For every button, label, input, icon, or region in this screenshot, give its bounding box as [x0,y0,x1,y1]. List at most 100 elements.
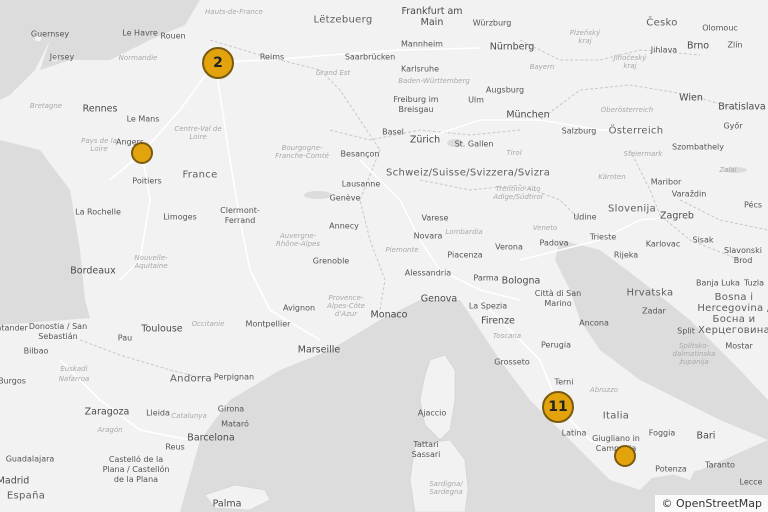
label-bosna: Bosna i Hercegovina / Босна и Херцеговин… [697,292,768,336]
label-olomouc: Olomouc [702,23,738,33]
label-oberosterreich: Oberösterreich [600,106,654,114]
label-pecs: Pécs [743,200,763,210]
map-attribution[interactable]: © OpenStreetMap [655,495,768,512]
map-canvas[interactable]: Guernsey Jersey Le Havre Rouen Hauts-de-… [0,0,768,512]
label-hrvatska: Hrvatska [626,287,674,299]
label-toscana: Toscana [492,332,522,340]
bay-of-biscay [0,140,90,325]
label-slovenija: Slovenija [607,203,657,215]
label-baden-wurttemberg: Baden-Württemberg [398,77,470,85]
label-zaragoza: Zaragoza [84,406,130,418]
label-madrid: Madrid [0,475,30,487]
label-castello: Castelló de la Plana / Castellón de la P… [102,455,170,484]
label-donostia: Donostia / San Sebastián [28,322,88,341]
label-bordeaux: Bordeaux [70,265,116,277]
label-cesko: Česko [646,17,678,29]
cluster-marker-rome[interactable]: 11 [542,391,574,423]
label-auvergne: Auvergne-Rhône-Alpes [276,232,320,248]
label-toulouse: Toulouse [141,323,183,335]
label-hauts-de-france: Hauts-de-France [205,8,263,16]
label-besancon: Besançon [340,149,380,159]
label-geneve: Genève [329,193,361,203]
label-nafarroa: Nafarroa [58,375,90,383]
label-provence: Provence-Alpes-Côte d'Azur [327,294,365,318]
label-tirol: Tirol [506,149,522,157]
label-bayern: Bayern [529,63,555,71]
label-reims: Reims [259,52,285,62]
label-tattari: Tattari Sassari [411,440,441,459]
label-espana: España [6,490,46,502]
label-bourgogne: Bourgogne-Franche-Comté [275,144,329,160]
label-sardigna: Sardigna/ Sardegna [429,480,463,496]
label-le-havre: Le Havre [122,28,158,38]
label-centre-val-de-loire: Centre-Val de Loire [174,125,222,141]
cluster-marker-paris[interactable]: 2 [202,47,234,79]
label-genova: Genova [420,293,458,305]
label-veneto: Veneto [532,224,558,232]
label-pays-de-la-loire: Pays de la Loire [81,137,117,153]
label-grand-est: Grand Est [315,69,351,77]
label-bratislava: Bratislava [718,101,766,113]
label-banja-luka: Banja Luka [696,278,740,288]
label-sisak: Sisak [692,235,714,245]
label-euskadi: Euskadi [60,365,88,373]
label-jihocesky: Jihočeský kraj [613,54,647,70]
label-letzeburg: Lëtzebuerg [313,14,373,26]
label-occitanie: Occitanie [191,320,225,328]
label-frankfurt: Frankfurt am Main [401,6,463,28]
location-marker-angers[interactable] [131,142,153,164]
label-nurnberg: Nürnberg [489,41,535,53]
location-marker-salerno[interactable] [614,445,636,467]
label-pau: Pau [117,333,133,343]
label-andorra: Andorra [170,373,212,385]
label-padova: Padova [539,238,569,248]
label-karlovac: Karlovac [645,239,681,249]
label-girona: Girona [217,404,245,414]
label-mataro: Mataró [221,419,249,429]
label-france: France [182,169,218,181]
label-firenze: Firenze [481,315,515,327]
label-limoges: Limoges [163,212,197,222]
label-perugia: Perugia [540,340,572,350]
lake-geneva [304,191,332,199]
label-potenza: Potenza [655,464,687,474]
label-szombathely: Szombathely [671,142,725,152]
label-guernsey: Guernsey [30,29,70,39]
label-splitsko: Splitsko-dalmatinska županija [672,342,716,366]
label-grosseto: Grosseto [494,357,530,367]
label-alessandria: Alessandria [404,268,452,278]
label-karnten: Kärnten [598,173,626,181]
label-plzensky: Plzeňský kraj [569,29,601,45]
label-munchen: München [506,109,550,121]
label-ulm: Ulm [468,95,484,105]
label-ancona: Ancona [579,318,609,328]
label-jersey: Jersey [49,52,75,62]
label-la-spezia: La Spezia [468,301,508,311]
label-piemonte: Piemonte [385,246,419,254]
label-bilbao: Bilbao [23,346,49,356]
label-zalai: Zalai [719,166,737,174]
label-bretagne: Bretagne [29,102,63,110]
label-reus: Reus [165,442,185,452]
label-novara: Novara [413,231,443,241]
label-bologna: Bologna [501,275,541,287]
label-bari: Bari [696,430,716,442]
label-monaco: Monaco [370,309,408,321]
label-lombardia: Lombardia [445,228,483,236]
label-split: Split [677,326,695,336]
label-rennes: Rennes [82,103,118,115]
label-grenoble: Grenoble [312,256,350,266]
label-gyor: Győr [723,121,743,131]
label-trentino: Trentino-Alto Adige/Südtirol [493,185,543,201]
label-varese: Varese [421,213,449,223]
label-marseille: Marseille [297,344,341,356]
label-nouvelle-aquitaine: Nouvelle-Aquitaine [134,254,168,270]
label-foggia: Foggia [648,428,676,438]
label-st-gallen: St. Gallen [454,139,494,149]
label-mannheim: Mannheim [401,39,443,49]
label-brno: Brno [686,40,710,52]
label-lausanne: Lausanne [341,179,381,189]
label-le-mans: Le Mans [126,114,160,124]
label-clermont: Clermont-Ferrand [220,206,260,225]
label-latina: Latina [561,428,587,438]
